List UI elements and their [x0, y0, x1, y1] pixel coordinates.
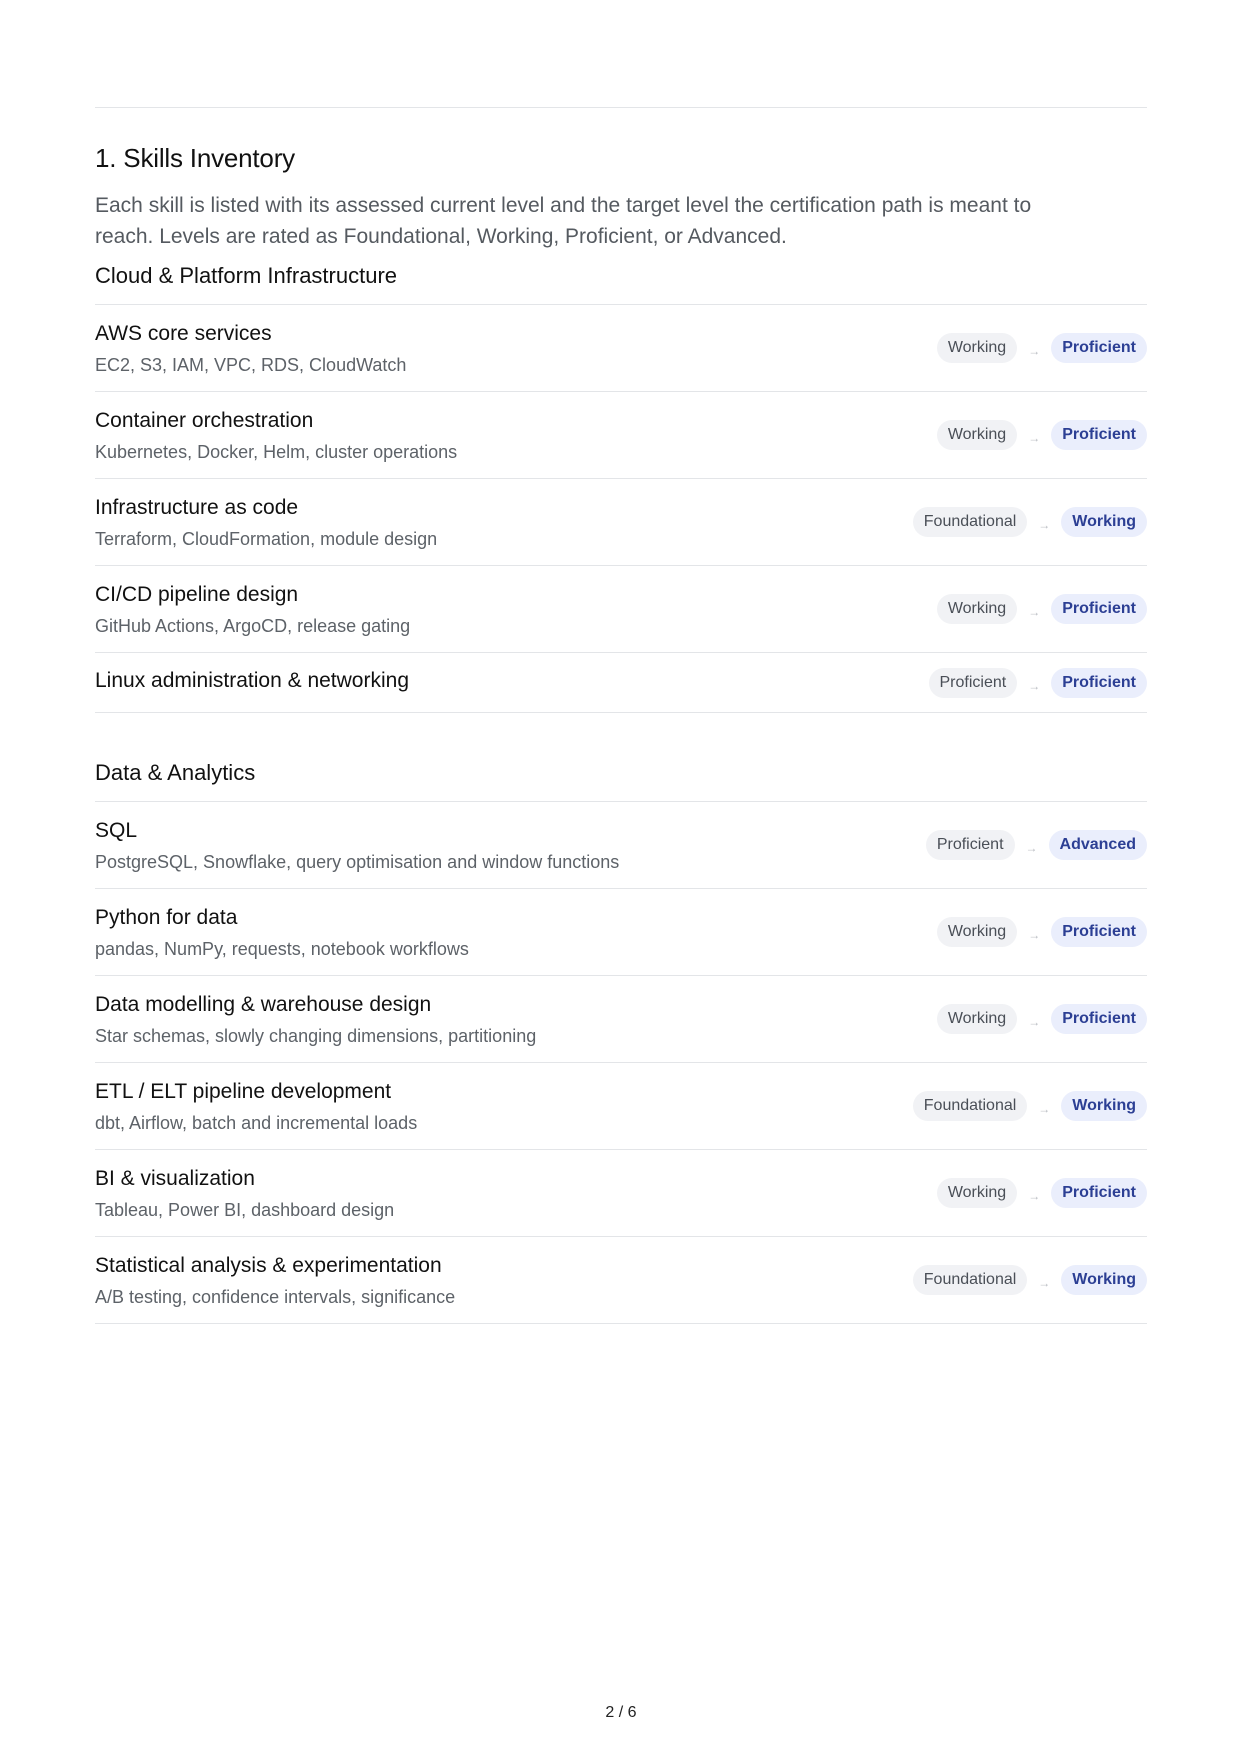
target-level-badge: Advanced	[1048, 830, 1147, 860]
level-indicator: Working → Proficient	[936, 392, 1147, 478]
level-indicator: Working → Proficient	[936, 976, 1147, 1062]
skill-name: BI & visualization	[95, 1167, 255, 1190]
arrow-right-icon: →	[1028, 1015, 1041, 1029]
skill-name: Statistical analysis & experimentation	[95, 1254, 442, 1277]
skill-name: Infrastructure as code	[95, 496, 299, 519]
level-indicator: Working → Proficient	[936, 566, 1147, 652]
skill-description: GitHub Actions, ArgoCD, release gating	[95, 616, 411, 636]
skill-row: Python for data pandas, NumPy, requests,…	[95, 889, 1147, 976]
document-page: 1. Skills Inventory Each skill is listed…	[95, 0, 1147, 1756]
arrow-right-icon: →	[1028, 605, 1041, 619]
current-level-badge: Working	[936, 594, 1018, 624]
skill-name: AWS core services	[95, 322, 272, 345]
arrow-right-icon: →	[1038, 1276, 1051, 1290]
current-level-badge: Foundational	[912, 1091, 1028, 1121]
level-indicator: Foundational → Working	[912, 1237, 1147, 1323]
skill-row: ETL / ELT pipeline development dbt, Airf…	[95, 1063, 1147, 1150]
skill-name: CI/CD pipeline design	[95, 583, 299, 606]
target-level-badge: Proficient	[1051, 667, 1147, 698]
target-level-badge: Proficient	[1051, 420, 1147, 450]
skill-row: Data modelling & warehouse design Star s…	[95, 976, 1147, 1063]
skill-row: Infrastructure as code Terraform, CloudF…	[95, 479, 1147, 566]
current-level-badge: Working	[936, 1004, 1018, 1034]
current-level-badge: Proficient	[928, 667, 1018, 698]
level-indicator: Proficient → Proficient	[928, 653, 1147, 712]
level-indicator: Foundational → Working	[912, 1063, 1147, 1149]
current-level-badge: Proficient	[925, 830, 1015, 860]
skill-description: dbt, Airflow, batch and incremental load…	[95, 1113, 418, 1133]
skill-description: Star schemas, slowly changing dimensions…	[95, 1026, 537, 1046]
target-level-badge: Working	[1061, 507, 1147, 537]
target-level-badge: Proficient	[1051, 1178, 1147, 1208]
skill-row: AWS core services EC2, S3, IAM, VPC, RDS…	[95, 305, 1147, 392]
group-title: Cloud & Platform Infrastructure	[95, 263, 1147, 305]
skill-name: Python for data	[95, 906, 238, 929]
skill-group-data-analytics: Data & Analytics SQL PostgreSQL, Snowfla…	[95, 760, 1147, 1324]
arrow-right-icon: →	[1028, 431, 1041, 445]
skill-name: SQL	[95, 819, 138, 842]
skill-row: SQL PostgreSQL, Snowflake, query optimis…	[95, 802, 1147, 889]
current-level-badge: Working	[936, 420, 1018, 450]
arrow-right-icon: →	[1038, 518, 1051, 532]
arrow-right-icon: →	[1025, 841, 1038, 855]
skill-description: Kubernetes, Docker, Helm, cluster operat…	[95, 442, 458, 462]
arrow-right-icon: →	[1028, 678, 1041, 693]
skill-group-cloud-platform: Cloud & Platform Infrastructure AWS core…	[95, 263, 1147, 713]
level-indicator: Foundational → Working	[912, 479, 1147, 565]
target-level-badge: Working	[1061, 1091, 1147, 1121]
skill-name: Linux administration & networking	[95, 669, 409, 692]
target-level-badge: Proficient	[1051, 917, 1147, 947]
group-title: Data & Analytics	[95, 760, 1147, 802]
level-indicator: Proficient → Advanced	[925, 802, 1147, 888]
skill-row: Linux administration & networking Profic…	[95, 653, 1147, 713]
skill-name: ETL / ELT pipeline development	[95, 1080, 392, 1103]
section-title: 1. Skills Inventory	[95, 143, 295, 173]
current-level-badge: Foundational	[912, 507, 1028, 537]
skill-description: EC2, S3, IAM, VPC, RDS, CloudWatch	[95, 355, 407, 375]
current-level-badge: Foundational	[912, 1265, 1028, 1295]
skill-name: Container orchestration	[95, 409, 314, 432]
target-level-badge: Proficient	[1051, 594, 1147, 624]
level-indicator: Working → Proficient	[936, 889, 1147, 975]
top-divider	[95, 107, 1147, 108]
skill-row: Statistical analysis & experimentation A…	[95, 1237, 1147, 1324]
arrow-right-icon: →	[1038, 1102, 1051, 1116]
skill-name: Data modelling & warehouse design	[95, 993, 432, 1016]
skill-description: Terraform, CloudFormation, module design	[95, 529, 438, 549]
current-level-badge: Working	[936, 917, 1018, 947]
arrow-right-icon: →	[1028, 1189, 1041, 1203]
arrow-right-icon: →	[1028, 928, 1041, 942]
skill-row: BI & visualization Tableau, Power BI, da…	[95, 1150, 1147, 1237]
skill-description: A/B testing, confidence intervals, signi…	[95, 1287, 456, 1307]
section-intro: Each skill is listed with its assessed c…	[95, 194, 1032, 248]
skill-description: Tableau, Power BI, dashboard design	[95, 1200, 395, 1220]
target-level-badge: Proficient	[1051, 1004, 1147, 1034]
skill-row: Container orchestration Kubernetes, Dock…	[95, 392, 1147, 479]
skill-description: pandas, NumPy, requests, notebook workfl…	[95, 939, 469, 959]
level-indicator: Working → Proficient	[936, 1150, 1147, 1236]
target-level-badge: Working	[1061, 1265, 1147, 1295]
skill-description: PostgreSQL, Snowflake, query optimisatio…	[95, 852, 620, 872]
skill-row: CI/CD pipeline design GitHub Actions, Ar…	[95, 566, 1147, 653]
target-level-badge: Proficient	[1051, 333, 1147, 363]
page-number: 2 / 6	[605, 1704, 637, 1721]
current-level-badge: Working	[936, 1178, 1018, 1208]
level-indicator: Working → Proficient	[936, 305, 1147, 391]
arrow-right-icon: →	[1028, 344, 1041, 358]
current-level-badge: Working	[936, 333, 1018, 363]
